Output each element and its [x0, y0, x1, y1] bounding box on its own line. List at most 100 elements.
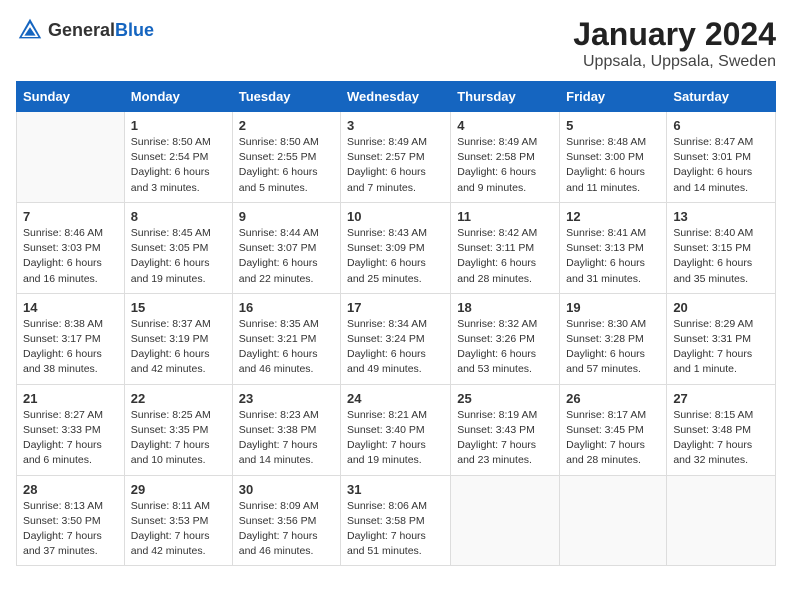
day-detail: Sunrise: 8:37 AMSunset: 3:19 PMDaylight:…: [131, 317, 226, 378]
day-number: 8: [131, 209, 226, 224]
day-detail: Sunrise: 8:43 AMSunset: 3:09 PMDaylight:…: [347, 226, 444, 287]
logo-icon: [16, 16, 44, 44]
calendar-week-row: 1 Sunrise: 8:50 AMSunset: 2:54 PMDaylight…: [17, 112, 776, 203]
calendar-week-row: 7 Sunrise: 8:46 AMSunset: 3:03 PMDaylight…: [17, 202, 776, 293]
logo: GeneralBlue: [16, 16, 154, 44]
day-detail: Sunrise: 8:35 AMSunset: 3:21 PMDaylight:…: [239, 317, 334, 378]
header-day-friday: Friday: [560, 82, 667, 112]
day-number: 9: [239, 209, 334, 224]
day-number: 16: [239, 300, 334, 315]
logo-text-general: General: [48, 20, 115, 40]
day-detail: Sunrise: 8:49 AMSunset: 2:58 PMDaylight:…: [457, 135, 553, 196]
calendar-cell: 26 Sunrise: 8:17 AMSunset: 3:45 PMDayligh…: [560, 384, 667, 475]
calendar-cell: [560, 475, 667, 566]
day-detail: Sunrise: 8:45 AMSunset: 3:05 PMDaylight:…: [131, 226, 226, 287]
page-header: GeneralBlue January 2024 Uppsala, Uppsal…: [16, 16, 776, 71]
header-day-sunday: Sunday: [17, 82, 125, 112]
calendar-cell: 15 Sunrise: 8:37 AMSunset: 3:19 PMDayligh…: [124, 293, 232, 384]
calendar-cell: 7 Sunrise: 8:46 AMSunset: 3:03 PMDaylight…: [17, 202, 125, 293]
day-number: 18: [457, 300, 553, 315]
day-detail: Sunrise: 8:29 AMSunset: 3:31 PMDaylight:…: [673, 317, 769, 378]
day-detail: Sunrise: 8:46 AMSunset: 3:03 PMDaylight:…: [23, 226, 118, 287]
day-number: 2: [239, 118, 334, 133]
calendar-cell: 16 Sunrise: 8:35 AMSunset: 3:21 PMDayligh…: [232, 293, 340, 384]
day-detail: Sunrise: 8:11 AMSunset: 3:53 PMDaylight:…: [131, 499, 226, 560]
day-detail: Sunrise: 8:25 AMSunset: 3:35 PMDaylight:…: [131, 408, 226, 469]
calendar-cell: 23Sunrise: 8:23 AMSunset: 3:38 PMDayligh…: [232, 384, 340, 475]
calendar-cell: 10Sunrise: 8:43 AMSunset: 3:09 PMDayligh…: [341, 202, 451, 293]
day-detail: Sunrise: 8:13 AMSunset: 3:50 PMDaylight:…: [23, 499, 118, 560]
header-day-monday: Monday: [124, 82, 232, 112]
day-number: 24: [347, 391, 444, 406]
month-title: January 2024: [573, 16, 776, 53]
day-detail: Sunrise: 8:41 AMSunset: 3:13 PMDaylight:…: [566, 226, 660, 287]
header-day-wednesday: Wednesday: [341, 82, 451, 112]
calendar-cell: 14 Sunrise: 8:38 AMSunset: 3:17 PMDayligh…: [17, 293, 125, 384]
day-detail: Sunrise: 8:40 AMSunset: 3:15 PMDaylight:…: [673, 226, 769, 287]
calendar-cell: 5Sunrise: 8:48 AMSunset: 3:00 PMDaylight…: [560, 112, 667, 203]
day-number: 4: [457, 118, 553, 133]
day-number: 13: [673, 209, 769, 224]
day-detail: Sunrise: 8:09 AMSunset: 3:56 PMDaylight:…: [239, 499, 334, 560]
day-number: 17: [347, 300, 444, 315]
calendar-cell: 28 Sunrise: 8:13 AMSunset: 3:50 PMDayligh…: [17, 475, 125, 566]
calendar-cell: 9 Sunrise: 8:44 AMSunset: 3:07 PMDaylight…: [232, 202, 340, 293]
calendar-week-row: 28 Sunrise: 8:13 AMSunset: 3:50 PMDayligh…: [17, 475, 776, 566]
calendar-cell: 8 Sunrise: 8:45 AMSunset: 3:05 PMDaylight…: [124, 202, 232, 293]
calendar-cell: [451, 475, 560, 566]
calendar-cell: 30Sunrise: 8:09 AMSunset: 3:56 PMDayligh…: [232, 475, 340, 566]
day-number: 14: [23, 300, 118, 315]
calendar-cell: 3 Sunrise: 8:49 AMSunset: 2:57 PMDaylight…: [341, 112, 451, 203]
calendar-cell: 25Sunrise: 8:19 AMSunset: 3:43 PMDayligh…: [451, 384, 560, 475]
day-detail: Sunrise: 8:15 AMSunset: 3:48 PMDaylight:…: [673, 408, 769, 469]
day-detail: Sunrise: 8:50 AMSunset: 2:54 PMDaylight:…: [131, 135, 226, 196]
logo-text-blue: Blue: [115, 20, 154, 40]
day-detail: Sunrise: 8:50 AMSunset: 2:55 PMDaylight:…: [239, 135, 334, 196]
day-detail: Sunrise: 8:38 AMSunset: 3:17 PMDaylight:…: [23, 317, 118, 378]
day-number: 27: [673, 391, 769, 406]
day-number: 26: [566, 391, 660, 406]
calendar-cell: 24 Sunrise: 8:21 AMSunset: 3:40 PMDayligh…: [341, 384, 451, 475]
calendar-cell: 17Sunrise: 8:34 AMSunset: 3:24 PMDayligh…: [341, 293, 451, 384]
calendar-cell: 22 Sunrise: 8:25 AMSunset: 3:35 PMDayligh…: [124, 384, 232, 475]
calendar-cell: 1 Sunrise: 8:50 AMSunset: 2:54 PMDaylight…: [124, 112, 232, 203]
day-detail: Sunrise: 8:47 AMSunset: 3:01 PMDaylight:…: [673, 135, 769, 196]
calendar-cell: 4 Sunrise: 8:49 AMSunset: 2:58 PMDaylight…: [451, 112, 560, 203]
day-detail: Sunrise: 8:06 AMSunset: 3:58 PMDaylight:…: [347, 499, 444, 560]
header-day-tuesday: Tuesday: [232, 82, 340, 112]
calendar-cell: 6 Sunrise: 8:47 AMSunset: 3:01 PMDaylight…: [667, 112, 776, 203]
day-number: 25: [457, 391, 553, 406]
day-detail: Sunrise: 8:21 AMSunset: 3:40 PMDaylight:…: [347, 408, 444, 469]
day-number: 3: [347, 118, 444, 133]
calendar-table: SundayMondayTuesdayWednesdayThursdayFrid…: [16, 81, 776, 566]
day-number: 1: [131, 118, 226, 133]
day-number: 28: [23, 482, 118, 497]
day-detail: Sunrise: 8:49 AMSunset: 2:57 PMDaylight:…: [347, 135, 444, 196]
day-number: 22: [131, 391, 226, 406]
day-number: 6: [673, 118, 769, 133]
calendar-cell: 13 Sunrise: 8:40 AMSunset: 3:15 PMDayligh…: [667, 202, 776, 293]
calendar-week-row: 14 Sunrise: 8:38 AMSunset: 3:17 PMDayligh…: [17, 293, 776, 384]
calendar-cell: [667, 475, 776, 566]
day-number: 23: [239, 391, 334, 406]
day-number: 29: [131, 482, 226, 497]
calendar-cell: 11 Sunrise: 8:42 AMSunset: 3:11 PMDayligh…: [451, 202, 560, 293]
day-detail: Sunrise: 8:17 AMSunset: 3:45 PMDaylight:…: [566, 408, 660, 469]
calendar-cell: 20 Sunrise: 8:29 AMSunset: 3:31 PMDayligh…: [667, 293, 776, 384]
day-number: 15: [131, 300, 226, 315]
calendar-cell: 2 Sunrise: 8:50 AMSunset: 2:55 PMDaylight…: [232, 112, 340, 203]
day-detail: Sunrise: 8:32 AMSunset: 3:26 PMDaylight:…: [457, 317, 553, 378]
calendar-cell: 27 Sunrise: 8:15 AMSunset: 3:48 PMDayligh…: [667, 384, 776, 475]
day-number: 12: [566, 209, 660, 224]
day-detail: Sunrise: 8:44 AMSunset: 3:07 PMDaylight:…: [239, 226, 334, 287]
header-day-thursday: Thursday: [451, 82, 560, 112]
day-detail: Sunrise: 8:42 AMSunset: 3:11 PMDaylight:…: [457, 226, 553, 287]
day-number: 20: [673, 300, 769, 315]
day-number: 5: [566, 118, 660, 133]
calendar-cell: 12 Sunrise: 8:41 AMSunset: 3:13 PMDayligh…: [560, 202, 667, 293]
location-title: Uppsala, Uppsala, Sweden: [573, 53, 776, 71]
day-number: 11: [457, 209, 553, 224]
calendar-header-row: SundayMondayTuesdayWednesdayThursdayFrid…: [17, 82, 776, 112]
calendar-cell: 21Sunrise: 8:27 AMSunset: 3:33 PMDayligh…: [17, 384, 125, 475]
day-number: 7: [23, 209, 118, 224]
